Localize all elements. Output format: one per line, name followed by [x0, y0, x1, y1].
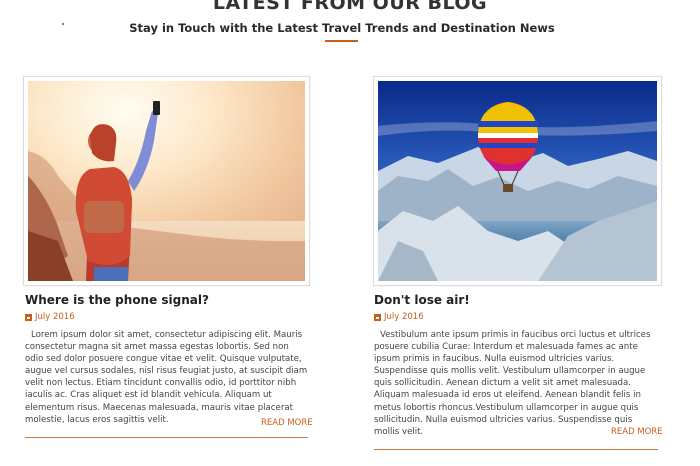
read-more-link[interactable]: READ MORE [261, 418, 313, 428]
post-date-label: July 2016 [384, 312, 424, 322]
card-divider [25, 437, 308, 438]
post-title[interactable]: Where is the phone signal? [25, 293, 209, 307]
hot-air-balloon-image [378, 81, 657, 281]
read-more-link[interactable]: READ MORE [611, 427, 663, 437]
section-subtitle: Stay in Touch with the Latest Travel Tre… [129, 21, 555, 35]
post-title[interactable]: Don't lose air! [374, 293, 470, 307]
calendar-icon [25, 313, 32, 321]
post-image-hiker[interactable] [23, 76, 310, 286]
post-excerpt: Vestibulum ante ipsum primis in faucibus… [374, 330, 651, 437]
post-image-balloon[interactable] [373, 76, 662, 286]
post-date: July 2016 [25, 312, 75, 322]
section-title: LATEST FROM OUR BLOG [212, 0, 488, 14]
calendar-icon [374, 313, 381, 321]
decorative-dot [62, 23, 64, 25]
post-date-label: July 2016 [35, 312, 75, 322]
post-excerpt: Lorem ipsum dolor sit amet, consectetur … [25, 330, 308, 425]
title-underline [325, 40, 358, 42]
post-date: July 2016 [374, 312, 424, 322]
hiker-phone-image [28, 81, 305, 281]
card-divider [374, 449, 658, 450]
